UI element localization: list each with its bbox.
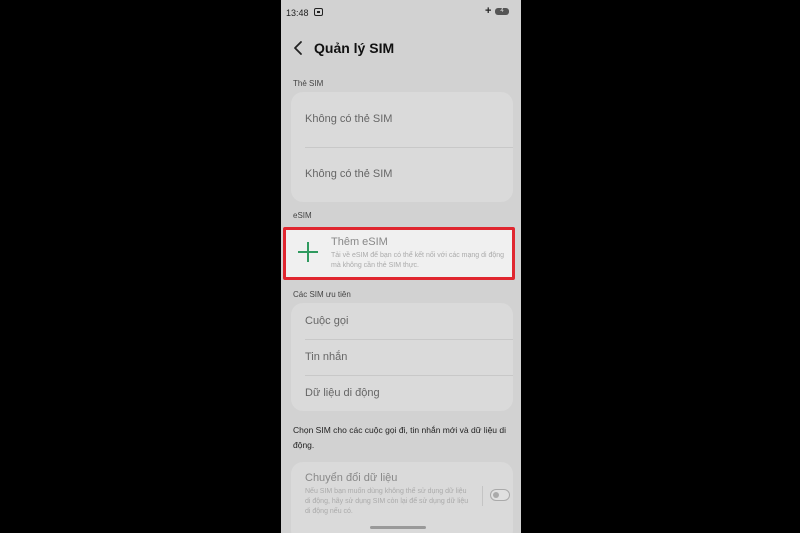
data-switch-card: Chuyển đổi dữ liệu Nếu SIM bạn muốn dùng… — [291, 462, 513, 533]
preferred-mobile-data-item[interactable]: Dữ liệu di động — [291, 375, 513, 411]
sim-slot-2[interactable]: Không có thẻ SIM — [291, 147, 513, 202]
page-title: Quản lý SIM — [314, 40, 395, 56]
status-bar: 13:48 + 4 — [281, 0, 521, 24]
home-indicator[interactable] — [370, 526, 426, 529]
add-esim-description: Tải về eSIM để bạn có thể kết nối với cá… — [331, 252, 505, 269]
preferred-calls-item[interactable]: Cuộc gọi — [291, 303, 513, 339]
data-switch-description: Nếu SIM bạn muốn dùng không thể sử dụng … — [305, 488, 469, 515]
preferred-messages-item[interactable]: Tin nhắn — [291, 339, 513, 375]
sim-cards-label: Thẻ SIM — [293, 79, 324, 88]
data-switch-title: Chuyển đổi dữ liệu — [305, 472, 398, 484]
status-time: 13:48 — [286, 8, 309, 18]
preferred-sims-label: Các SIM ưu tiên — [293, 290, 351, 299]
esim-label: eSIM — [293, 211, 312, 220]
screenshot-icon — [314, 8, 323, 16]
add-esim-title: Thêm eSIM — [331, 236, 388, 248]
divider — [482, 486, 483, 506]
data-switch-toggle[interactable] — [490, 489, 510, 501]
sim-slot-1[interactable]: Không có thẻ SIM — [291, 92, 513, 147]
signal-plus-icon: + — [485, 5, 492, 17]
mobile-data-label: Dữ liệu di động — [305, 387, 380, 399]
calls-label: Cuộc gọi — [305, 315, 349, 327]
add-esim-button[interactable]: Thêm eSIM Tải về eSIM để bạn có thể kết … — [283, 227, 515, 280]
preferred-sims-note: Chọn SIM cho các cuộc gọi đi, tin nhắn m… — [293, 425, 507, 450]
battery-icon: 4 — [495, 8, 509, 15]
sim-slot-1-label: Không có thẻ SIM — [305, 113, 393, 125]
sim-cards-card: Không có thẻ SIM Không có thẻ SIM — [291, 92, 513, 202]
add-plus-icon — [298, 242, 318, 262]
phone-screen: 13:48 + 4 Quản lý SIM Thẻ SIM Không có t… — [281, 0, 521, 533]
sim-slot-2-label: Không có thẻ SIM — [305, 168, 393, 180]
header: Quản lý SIM — [281, 34, 521, 62]
preferred-sims-card: Cuộc gọi Tin nhắn Dữ liệu di động — [291, 303, 513, 411]
back-arrow-icon[interactable] — [291, 40, 305, 56]
messages-label: Tin nhắn — [305, 351, 348, 363]
